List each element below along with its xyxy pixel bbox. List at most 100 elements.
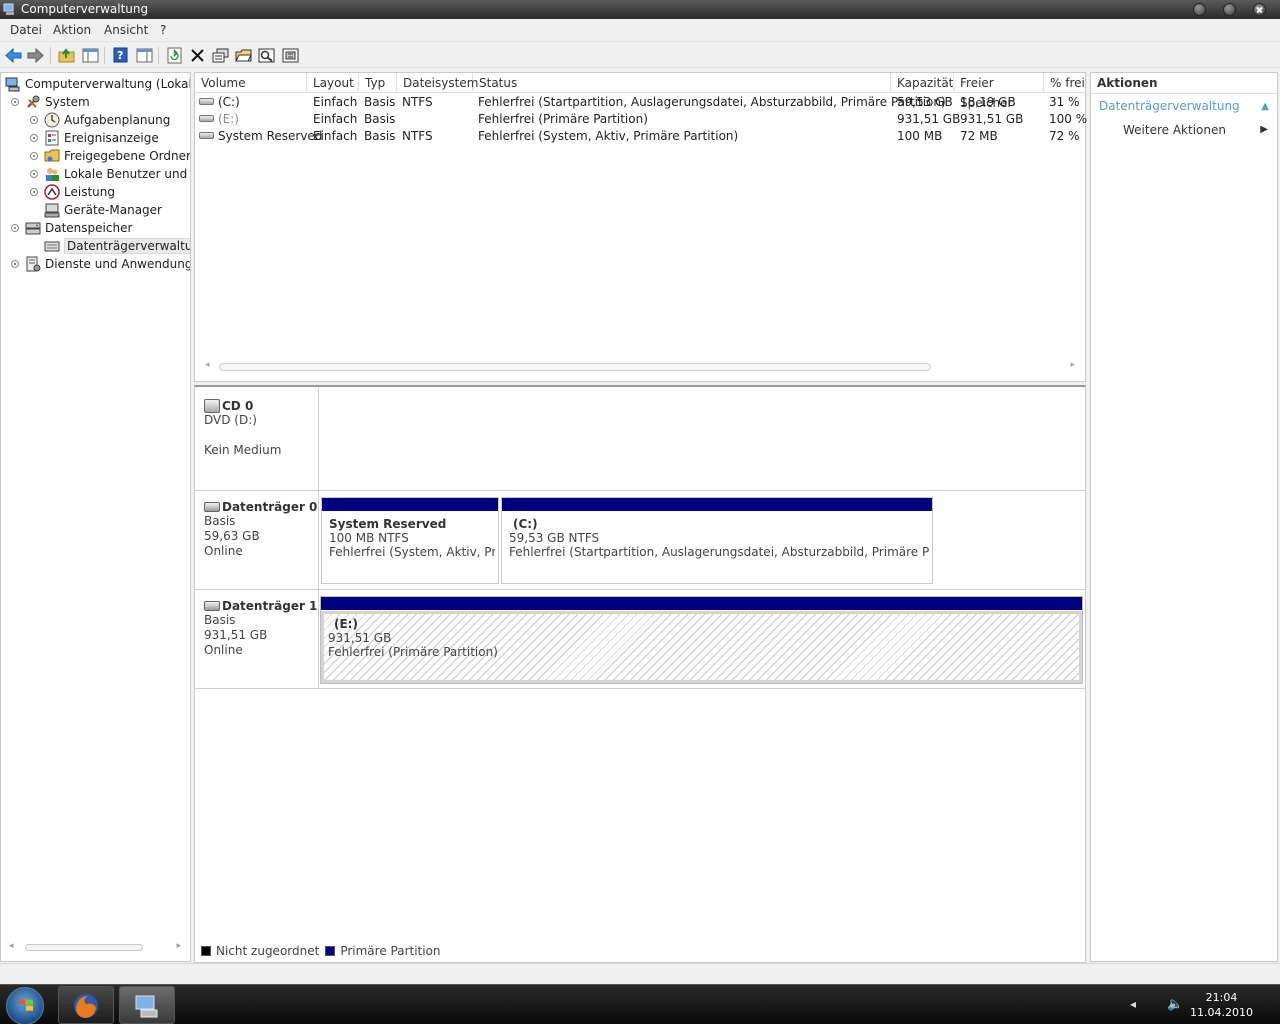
tree-root[interactable]: Computerverwaltung (Lokal) — [5, 75, 191, 93]
storage-icon — [25, 220, 41, 236]
primary-partition-bar — [502, 498, 932, 511]
tree-item-label: Ereignisanzeige — [64, 131, 159, 145]
collapse-icon[interactable]: ▲ — [1261, 101, 1269, 112]
menu-help[interactable]: ? — [160, 23, 166, 37]
disk-label-cd0[interactable]: CD 0 DVD (D:) Kein Medium — [195, 387, 319, 491]
help-icon[interactable]: ? — [111, 46, 129, 64]
tree-scrollbar[interactable]: ◂ ▸ — [7, 941, 183, 953]
expand-icon[interactable] — [30, 116, 38, 124]
more-actions-link[interactable]: Weitere Aktionen — [1123, 123, 1226, 137]
volume-filesystem: NTFS — [402, 95, 433, 109]
expand-icon[interactable] — [30, 188, 38, 196]
delete-icon[interactable] — [188, 46, 206, 64]
column-header-status[interactable]: Status — [473, 73, 891, 93]
up-folder-icon[interactable] — [57, 46, 75, 64]
menu-aktion[interactable]: Aktion — [53, 23, 91, 37]
tree-item-geraete-manager[interactable]: Geräte-Manager — [44, 201, 162, 219]
actions-section-datentraegerverwaltung[interactable]: Datenträgerverwaltung — [1099, 99, 1240, 113]
scroll-right-icon[interactable]: ▸ — [176, 941, 181, 951]
scroll-left-icon[interactable]: ◂ — [9, 941, 14, 951]
navigation-tree: Computerverwaltung (Lokal) System Aufgab… — [0, 72, 191, 962]
tree-item-label: Datenträgerverwaltung — [64, 238, 190, 254]
start-button[interactable] — [6, 987, 44, 1024]
column-header-freier-speicher[interactable]: Freier Speicher — [954, 73, 1044, 110]
tree-item-leistung[interactable]: Leistung — [30, 183, 115, 201]
properties-pane-icon[interactable] — [135, 46, 153, 64]
expand-icon[interactable] — [11, 98, 19, 106]
tree-item-dienste[interactable]: Dienste und Anwendungen — [11, 255, 190, 273]
column-header-volume[interactable]: Volume — [195, 73, 307, 93]
expand-icon[interactable] — [30, 152, 38, 160]
close-button[interactable] — [1253, 3, 1266, 16]
back-icon[interactable] — [4, 46, 22, 64]
properties-icon[interactable] — [211, 46, 229, 64]
partition-system-reserved[interactable]: System Reserved 100 MB NTFS Fehlerfrei (… — [321, 497, 499, 584]
tree-item-system[interactable]: System — [11, 93, 90, 111]
disk-type: DVD (D:) — [204, 413, 257, 427]
tree-item-freigegebene-ordner[interactable]: Freigegebene Ordner — [30, 147, 190, 165]
volume-free-space: 72 MB — [960, 129, 998, 143]
partition-c[interactable]: (C:) 59,53 GB NTFS Fehlerfrei (Startpart… — [501, 497, 933, 584]
column-header-dateisystem[interactable]: Dateisystem — [397, 73, 478, 93]
hard-disk-icon — [204, 601, 220, 611]
tree-item-lokale-benutzer[interactable]: Lokale Benutzer und Gruppen — [30, 165, 190, 183]
volume-list-scrollbar[interactable]: ◂ ▸ — [203, 360, 1077, 373]
services-icon — [25, 256, 41, 272]
column-header-kapazitaet[interactable]: Kapazität — [891, 73, 954, 93]
scrollbar-thumb[interactable] — [219, 363, 931, 371]
refresh-icon[interactable] — [165, 46, 183, 64]
column-header-typ[interactable]: Typ — [359, 73, 397, 93]
column-header-layout[interactable]: Layout — [307, 73, 359, 93]
volume-type: Basis — [364, 112, 396, 126]
disk-status: Kein Medium — [204, 443, 282, 457]
volume-percent-free: 72 % — [1049, 129, 1080, 143]
minimize-button[interactable] — [1193, 3, 1206, 16]
partition-status: Fehlerfrei (Primäre Partition) — [328, 645, 498, 659]
expand-icon[interactable] — [11, 260, 19, 268]
disk-name: CD 0 — [222, 399, 254, 413]
tree-root-label: Computerverwaltung (Lokal) — [25, 77, 191, 91]
drive-icon — [199, 115, 214, 122]
disk-status: Online — [204, 544, 243, 558]
menu-ansicht[interactable]: Ansicht — [104, 23, 148, 37]
disk-label-disk0[interactable]: Datenträger 0 Basis 59,63 GB Online — [195, 491, 319, 590]
cd-drive-icon — [204, 399, 220, 413]
scrollbar-thumb[interactable] — [25, 944, 143, 951]
table-row[interactable]: System Reserved Einfach Basis NTFS Fehle… — [195, 128, 1085, 145]
expand-icon[interactable] — [11, 224, 19, 232]
system-clock[interactable]: 21:04 11.04.2010 — [1190, 990, 1253, 1020]
submenu-arrow-icon[interactable]: ▶ — [1260, 124, 1268, 135]
tree-item-datenspeicher[interactable]: Datenspeicher — [11, 219, 132, 237]
search-icon[interactable] — [257, 46, 275, 64]
partition-e[interactable]: (E:) 931,51 GB Fehlerfrei (Primäre Parti… — [320, 596, 1083, 684]
clock-time: 21:04 — [1205, 991, 1238, 1004]
volume-type: Basis — [364, 95, 396, 109]
menu-bar: Datei Aktion Ansicht ? — [0, 19, 1280, 42]
disk-size: 931,51 GB — [204, 628, 268, 642]
tree-item-ereignisanzeige[interactable]: Ereignisanzeige — [30, 129, 159, 147]
menu-datei[interactable]: Datei — [10, 23, 42, 37]
taskbar-firefox[interactable] — [58, 986, 114, 1024]
show-hide-tree-icon[interactable] — [81, 46, 99, 64]
partition-status: Fehlerfrei (System, Aktiv, Primä — [329, 545, 495, 559]
tree-item-datentraegerverwaltung[interactable]: Datenträgerverwaltung — [44, 237, 190, 255]
scroll-right-icon[interactable]: ▸ — [1070, 360, 1075, 370]
volume-icon[interactable]: 🔈 — [1167, 997, 1183, 1012]
show-hidden-icons[interactable]: ◂ — [1130, 997, 1136, 1011]
drive-icon — [199, 132, 214, 139]
table-row[interactable]: (E:) Einfach Basis Fehlerfrei (Primäre P… — [195, 111, 1087, 128]
expand-icon[interactable] — [30, 170, 38, 178]
windows-logo-icon — [19, 999, 33, 1011]
scroll-left-icon[interactable]: ◂ — [205, 360, 210, 370]
export-icon[interactable] — [281, 46, 299, 64]
disk-label-disk1[interactable]: Datenträger 1 Basis 931,51 GB Online — [195, 590, 319, 689]
table-row[interactable]: (C:) Einfach Basis NTFS Fehlerfrei (Star… — [195, 94, 1085, 111]
taskbar-computer-management[interactable] — [119, 986, 175, 1024]
tree-item-aufgabenplanung[interactable]: Aufgabenplanung — [30, 111, 170, 129]
column-header-prozent-frei[interactable]: % frei — [1044, 73, 1085, 93]
maximize-button[interactable] — [1223, 3, 1236, 16]
taskbar: ◂ 🔈 21:04 11.04.2010 — [0, 984, 1280, 1024]
open-icon[interactable] — [234, 46, 252, 64]
expand-icon[interactable] — [30, 134, 38, 142]
forward-icon[interactable] — [26, 46, 44, 64]
